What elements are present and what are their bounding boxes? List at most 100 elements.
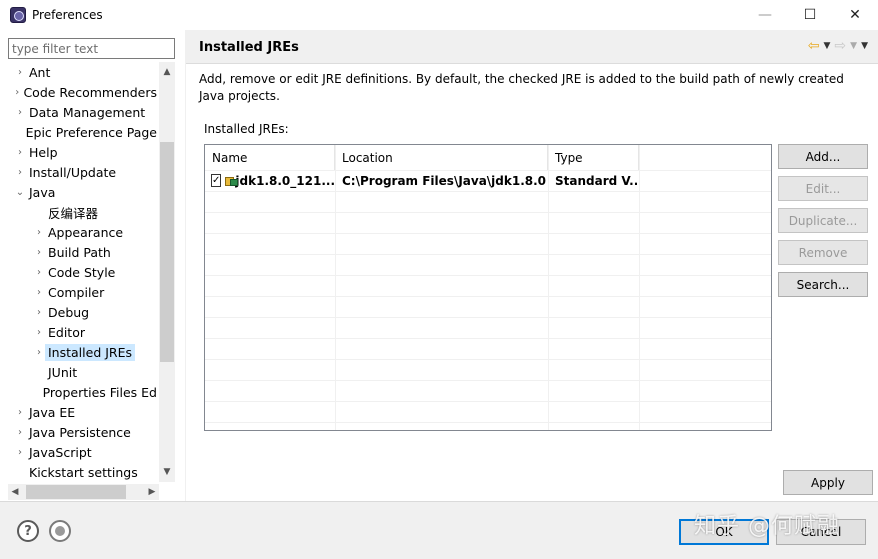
title-bar: Preferences — ☐ ✕ [0, 0, 878, 30]
tree-item[interactable]: › JavaScript [0, 442, 160, 462]
import-export-icon[interactable] [49, 520, 71, 542]
chevron-right-icon[interactable]: › [14, 67, 26, 78]
table-grid-line [205, 422, 771, 423]
scrollbar-thumb[interactable] [26, 485, 126, 499]
tree-item-label: Java Persistence [29, 424, 131, 440]
scroll-left-icon[interactable]: ◀ [8, 484, 22, 500]
scroll-up-icon[interactable]: ▲ [159, 64, 175, 80]
forward-dropdown-icon[interactable]: ▼ [850, 41, 857, 51]
remove-button[interactable]: Remove [778, 240, 868, 265]
installed-jres-table[interactable]: Name Location Type ✓ jdk1.8.0_121... C:\… [204, 144, 772, 431]
chevron-right-icon[interactable]: › [33, 227, 45, 238]
dialog-button-bar: ? OK Cancel [0, 501, 878, 559]
chevron-right-icon[interactable]: › [33, 307, 45, 318]
tree-item-label: Java [29, 184, 56, 200]
tree-item-label: Kickstart settings [29, 464, 138, 480]
chevron-right-icon[interactable]: › [14, 167, 26, 178]
column-header-type[interactable]: Type [548, 145, 639, 170]
table-row-type-cell[interactable]: Standard V... [555, 170, 637, 191]
view-menu-icon[interactable]: ▼ [861, 41, 868, 51]
back-dropdown-icon[interactable]: ▼ [824, 41, 831, 51]
page-navigation: ⇦ ▼ ⇨ ▼ ▼ [808, 38, 868, 54]
tree-item[interactable]: › Ant [0, 62, 160, 82]
eclipse-app-icon [10, 7, 26, 23]
chevron-right-icon[interactable]: › [14, 427, 26, 438]
scroll-down-icon[interactable]: ▼ [159, 464, 175, 480]
chevron-right-icon[interactable]: › [33, 327, 45, 338]
tree-item[interactable]: › Installed JREs [0, 342, 160, 362]
minimize-button[interactable]: — [742, 0, 788, 30]
tree-item[interactable]: › Editor [0, 322, 160, 342]
tree-item[interactable]: › Help [0, 142, 160, 162]
tree-item-label: Installed JREs [45, 343, 136, 361]
apply-button[interactable]: Apply [783, 470, 873, 495]
column-header-name[interactable]: Name [205, 145, 335, 170]
tree-item[interactable]: ⌄ Java [0, 182, 160, 202]
chevron-right-icon[interactable]: › [33, 287, 45, 298]
table-grid-line [205, 380, 771, 381]
tree-item[interactable]: › Build Path [0, 242, 160, 262]
tree-item[interactable]: Properties Files Ed [0, 382, 160, 402]
table-grid-line [205, 275, 771, 276]
filter-input[interactable] [8, 38, 175, 59]
tree-item-label: Code Recommenders [23, 84, 157, 100]
tree-item[interactable]: JUnit [0, 362, 160, 382]
tree-item[interactable]: › Install/Update [0, 162, 160, 182]
tree-item-label: Debug [48, 304, 90, 320]
chevron-right-icon[interactable]: › [33, 247, 45, 258]
chevron-right-icon[interactable]: › [14, 407, 26, 418]
cancel-button[interactable]: Cancel [776, 519, 866, 545]
chevron-right-icon[interactable]: › [33, 347, 45, 358]
table-grid-line [639, 145, 640, 430]
back-arrow-icon[interactable]: ⇦ [808, 38, 820, 54]
page-header: Installed JREs ⇦ ▼ ⇨ ▼ ▼ [186, 30, 878, 64]
forward-arrow-icon[interactable]: ⇨ [834, 38, 846, 54]
tree-item-label: Build Path [48, 244, 111, 260]
tree-item[interactable]: › Code Style [0, 262, 160, 282]
tree-item[interactable]: › Debug [0, 302, 160, 322]
scroll-right-icon[interactable]: ▶ [145, 484, 159, 500]
ok-button[interactable]: OK [679, 519, 769, 545]
table-grid-line [205, 359, 771, 360]
maximize-button[interactable]: ☐ [787, 0, 833, 30]
table-row-location-cell[interactable]: C:\Program Files\Java\jdk1.8.0... [342, 170, 546, 191]
chevron-right-icon[interactable]: › [14, 447, 26, 458]
tree-item[interactable]: Kickstart settings [0, 462, 160, 482]
tree-item[interactable]: Epic Preference Page [0, 122, 160, 142]
tree-item-label: Code Style [48, 264, 116, 280]
tree-item-label: Help [29, 144, 58, 160]
page-description: Add, remove or edit JRE definitions. By … [199, 72, 844, 103]
tree-item[interactable]: › Data Management [0, 102, 160, 122]
table-grid-line [205, 317, 771, 318]
jre-library-icon [225, 175, 239, 187]
tree-horizontal-scrollbar[interactable]: ◀ ▶ [8, 484, 159, 500]
chevron-right-icon[interactable]: › [14, 147, 26, 158]
jre-checkbox[interactable]: ✓ [211, 174, 222, 187]
add-button[interactable]: Add... [778, 144, 868, 169]
close-button[interactable]: ✕ [832, 0, 878, 30]
tree-vertical-scrollbar[interactable]: ▲ ▼ [159, 62, 175, 482]
tree-item[interactable]: › Appearance [0, 222, 160, 242]
column-header-location[interactable]: Location [335, 145, 548, 170]
search-button[interactable]: Search... [778, 272, 868, 297]
scrollbar-thumb[interactable] [160, 142, 174, 362]
tree-item-label: Compiler [48, 284, 105, 300]
duplicate-button[interactable]: Duplicate... [778, 208, 868, 233]
tree-item-label: Ant [29, 64, 51, 80]
edit-button[interactable]: Edit... [778, 176, 868, 201]
tree-item-label: Appearance [48, 224, 124, 240]
tree-item[interactable]: › Code Recommenders [0, 82, 160, 102]
window-title: Preferences [32, 8, 103, 22]
preferences-tree: › Ant › Code Recommenders › Data Management Ep… [0, 62, 160, 482]
chevron-down-icon[interactable]: ⌄ [14, 187, 26, 198]
table-grid-line [205, 401, 771, 402]
chevron-right-icon[interactable]: › [33, 267, 45, 278]
tree-item[interactable]: › Java Persistence [0, 422, 160, 442]
chevron-right-icon[interactable]: › [14, 107, 26, 118]
help-icon[interactable]: ? [17, 520, 39, 542]
tree-item[interactable]: › Compiler [0, 282, 160, 302]
table-grid-line [205, 212, 771, 213]
tree-item[interactable]: 反编译器 [0, 202, 160, 222]
tree-item[interactable]: › Java EE [0, 402, 160, 422]
table-row-name-cell[interactable]: ✓ jdk1.8.0_121... [211, 170, 335, 191]
